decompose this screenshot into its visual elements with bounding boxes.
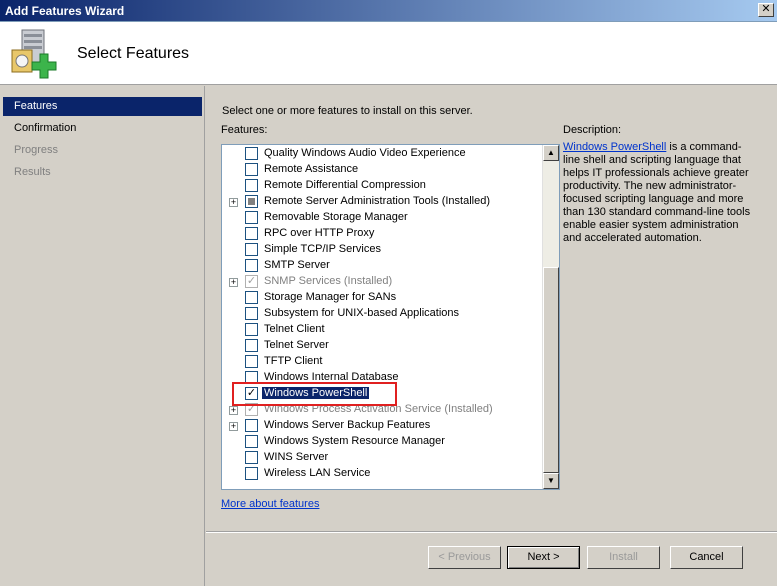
- feature-label: Storage Manager for SANs: [264, 291, 397, 303]
- feature-label: Remote Server Administration Tools (Inst…: [264, 195, 491, 207]
- cancel-button[interactable]: Cancel: [670, 546, 743, 569]
- feature-label: TFTP Client: [264, 355, 323, 367]
- feature-label: WINS Server: [264, 451, 329, 463]
- feature-row[interactable]: Remote Differential Compression: [222, 178, 540, 194]
- more-about-features-link[interactable]: More about features: [221, 498, 319, 510]
- feature-checkbox[interactable]: [245, 307, 258, 320]
- feature-row[interactable]: Quality Windows Audio Video Experience: [222, 146, 540, 162]
- expand-icon[interactable]: +: [229, 198, 238, 207]
- feature-row[interactable]: Telnet Server: [222, 338, 540, 354]
- feature-label: Telnet Client: [264, 323, 325, 335]
- title-bar: Add Features Wizard ✕: [0, 0, 777, 22]
- server-add-icon: [11, 29, 57, 79]
- nav-item-results: Results: [14, 166, 51, 178]
- expand-icon[interactable]: +: [229, 278, 238, 287]
- divider: [206, 531, 777, 533]
- feature-label: RPC over HTTP Proxy: [264, 227, 375, 239]
- wizard-nav: Features Confirmation Progress Results: [0, 86, 205, 586]
- nav-item-features[interactable]: Features: [3, 97, 202, 116]
- feature-checkbox[interactable]: [245, 291, 258, 304]
- feature-checkbox[interactable]: [245, 227, 258, 240]
- feature-checkbox[interactable]: ✓: [245, 275, 258, 288]
- description-body: Windows PowerShell is a command-line she…: [563, 141, 758, 245]
- feature-row[interactable]: ✓ Windows PowerShell: [222, 386, 540, 402]
- feature-label: Windows Process Activation Service (Inst…: [264, 403, 493, 415]
- feature-row[interactable]: Subsystem for UNIX-based Applications: [222, 306, 540, 322]
- install-button[interactable]: Install: [587, 546, 660, 569]
- feature-label: Quality Windows Audio Video Experience: [264, 147, 466, 159]
- nav-item-confirmation[interactable]: Confirmation: [3, 119, 202, 138]
- window-title: Add Features Wizard: [5, 4, 125, 18]
- feature-checkbox[interactable]: [245, 355, 258, 368]
- feature-label: Windows Internal Database: [264, 371, 399, 383]
- features-tree[interactable]: Quality Windows Audio Video Experience Re…: [221, 144, 560, 490]
- expand-icon[interactable]: +: [229, 422, 238, 431]
- feature-label: Wireless LAN Service: [264, 467, 371, 479]
- feature-checkbox[interactable]: [245, 419, 258, 432]
- feature-row[interactable]: Wireless LAN Service: [222, 466, 540, 482]
- wizard-header: Select Features: [0, 22, 777, 85]
- feature-label: Windows System Resource Manager: [264, 435, 445, 447]
- feature-checkbox[interactable]: ✓: [245, 387, 258, 400]
- feature-row[interactable]: Remote Assistance: [222, 162, 540, 178]
- feature-label: Windows PowerShell: [262, 387, 370, 399]
- next-button[interactable]: Next >: [507, 546, 580, 569]
- feature-label: SMTP Server: [264, 259, 330, 271]
- description-link[interactable]: Windows PowerShell: [563, 141, 666, 153]
- feature-label: Removable Storage Manager: [264, 211, 408, 223]
- feature-checkbox[interactable]: [245, 259, 258, 272]
- feature-row[interactable]: TFTP Client: [222, 354, 540, 370]
- description-text: is a command-line shell and scripting la…: [563, 141, 751, 244]
- close-icon[interactable]: ✕: [758, 3, 774, 17]
- feature-checkbox[interactable]: [245, 451, 258, 464]
- feature-checkbox[interactable]: [245, 323, 258, 336]
- scroll-up-button[interactable]: ▲: [543, 145, 559, 161]
- feature-row[interactable]: WINS Server: [222, 450, 540, 466]
- feature-row[interactable]: SMTP Server: [222, 258, 540, 274]
- feature-checkbox[interactable]: [245, 147, 258, 160]
- feature-checkbox[interactable]: [245, 467, 258, 480]
- features-scrollbar[interactable]: ▲ ▼: [542, 145, 559, 489]
- feature-row[interactable]: Simple TCP/IP Services: [222, 242, 540, 258]
- previous-button[interactable]: < Previous: [428, 546, 501, 569]
- feature-label: Telnet Server: [264, 339, 329, 351]
- feature-row[interactable]: Removable Storage Manager: [222, 210, 540, 226]
- feature-row[interactable]: Telnet Client: [222, 322, 540, 338]
- feature-row[interactable]: + Remote Server Administration Tools (Ins…: [222, 194, 540, 210]
- feature-checkbox[interactable]: [245, 179, 258, 192]
- scroll-down-button[interactable]: ▼: [543, 473, 559, 489]
- wizard-content: Select one or more features to install o…: [206, 86, 777, 586]
- feature-label: Subsystem for UNIX-based Applications: [264, 307, 460, 319]
- feature-label: Windows Server Backup Features: [264, 419, 431, 431]
- feature-checkbox[interactable]: [245, 243, 258, 256]
- feature-row[interactable]: + Windows Server Backup Features: [222, 418, 540, 434]
- feature-checkbox[interactable]: [245, 371, 258, 384]
- scroll-thumb[interactable]: [543, 267, 559, 473]
- feature-row[interactable]: Windows Internal Database: [222, 370, 540, 386]
- feature-row[interactable]: Storage Manager for SANs: [222, 290, 540, 306]
- feature-row[interactable]: + ✓ Windows Process Activation Service (In…: [222, 402, 540, 418]
- feature-checkbox[interactable]: ✓: [245, 403, 258, 416]
- feature-checkbox[interactable]: [245, 195, 258, 208]
- feature-row[interactable]: Windows System Resource Manager: [222, 434, 540, 450]
- feature-label: SNMP Services (Installed): [264, 275, 393, 287]
- page-title: Select Features: [77, 45, 190, 62]
- description-label: Description:: [563, 124, 622, 136]
- features-label: Features:: [221, 124, 268, 136]
- nav-item-progress: Progress: [14, 144, 59, 156]
- feature-row[interactable]: + ✓ SNMP Services (Installed): [222, 274, 540, 290]
- instruction-text: Select one or more features to install o…: [222, 105, 473, 117]
- feature-row[interactable]: RPC over HTTP Proxy: [222, 226, 540, 242]
- feature-checkbox[interactable]: [245, 435, 258, 448]
- expand-icon[interactable]: +: [229, 406, 238, 415]
- feature-checkbox[interactable]: [245, 211, 258, 224]
- feature-label: Remote Assistance: [264, 163, 359, 175]
- feature-checkbox[interactable]: [245, 339, 258, 352]
- feature-checkbox[interactable]: [245, 163, 258, 176]
- feature-label: Simple TCP/IP Services: [264, 243, 381, 255]
- feature-label: Remote Differential Compression: [264, 179, 426, 191]
